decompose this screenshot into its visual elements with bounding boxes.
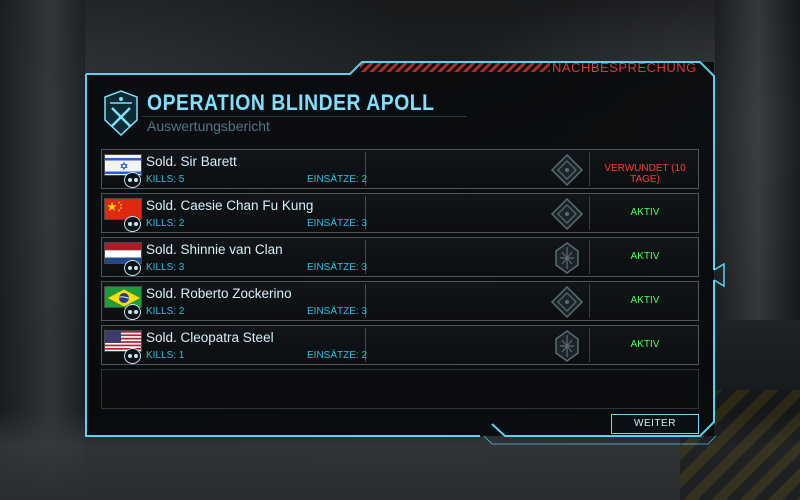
debrief-tag: NACHBESPRECHUNG (552, 60, 697, 75)
xcom-logo-icon (104, 90, 138, 136)
soldier-name: Sold. Cleopatra Steel (146, 330, 274, 345)
operation-title: OPERATION BLINDER APOLL (147, 90, 435, 115)
continue-button[interactable]: WEITER (611, 414, 699, 434)
soldier-row[interactable]: Sold. Cleopatra Steel KILLS: 1 EINSÄTZE:… (101, 325, 699, 365)
soldier-row[interactable]: Sold. Caesie Chan Fu Kung KILLS: 2 EINSÄ… (101, 193, 699, 233)
soldier-portrait-icon (124, 260, 141, 276)
soldier-portrait-icon (124, 304, 141, 320)
soldier-kills: KILLS: 5 (146, 174, 185, 185)
soldier-status: AKTIV (630, 339, 660, 350)
sniper-class-icon (555, 330, 579, 362)
row-divider (365, 328, 366, 362)
empty-soldier-slot (101, 369, 699, 409)
soldier-status: AKTIV (630, 251, 660, 262)
soldier-kills: KILLS: 1 (146, 350, 185, 361)
soldier-row[interactable]: Sold. Sir Barett KILLS: 5 EINSÄTZE: 2 VE… (101, 149, 699, 189)
soldier-portrait-icon (124, 172, 141, 188)
soldier-name: Sold. Caesie Chan Fu Kung (146, 198, 314, 213)
squaddie-rank-icon (550, 285, 584, 319)
soldier-row[interactable]: Sold. Roberto Zockerino KILLS: 2 EINSÄTZ… (101, 281, 699, 321)
soldier-name: Sold. Shinnie van Clan (146, 242, 283, 257)
row-divider (365, 284, 366, 318)
row-divider (365, 152, 366, 186)
soldier-missions: EINSÄTZE: 3 (307, 262, 368, 273)
row-divider (365, 196, 366, 230)
soldier-missions: EINSÄTZE: 2 (307, 174, 368, 185)
soldier-portrait-icon (124, 216, 141, 232)
soldier-kills: KILLS: 3 (146, 262, 185, 273)
soldier-status: AKTIV (630, 295, 660, 306)
soldier-status: AKTIV (630, 207, 660, 218)
title-rule (142, 116, 467, 117)
squaddie-rank-icon (550, 197, 584, 231)
soldier-kills: KILLS: 2 (146, 218, 185, 229)
soldier-row[interactable]: Sold. Shinnie van Clan KILLS: 3 EINSÄTZE… (101, 237, 699, 277)
soldier-kills: KILLS: 2 (146, 306, 185, 317)
soldier-name: Sold. Sir Barett (146, 154, 237, 169)
soldier-missions: EINSÄTZE: 2 (307, 350, 368, 361)
report-subtitle: Auswertungsbericht (147, 118, 270, 134)
soldier-portrait-icon (124, 348, 141, 364)
soldier-name: Sold. Roberto Zockerino (146, 286, 292, 301)
soldier-list: Sold. Sir Barett KILLS: 5 EINSÄTZE: 2 VE… (101, 149, 699, 369)
sniper-class-icon (555, 242, 579, 274)
row-divider (365, 240, 366, 274)
soldier-missions: EINSÄTZE: 3 (307, 218, 368, 229)
squaddie-rank-icon (550, 153, 584, 187)
soldier-missions: EINSÄTZE: 3 (307, 306, 368, 317)
soldier-status: VERWUNDET (10 TAGE) (604, 163, 686, 185)
